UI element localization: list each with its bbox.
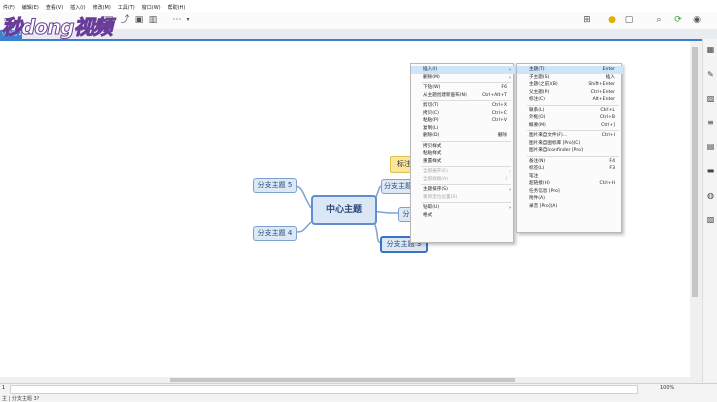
menu-help[interactable]: 帮助(H) <box>165 4 190 12</box>
submenu-item-label: 图片来自Iconfinder [Pro] <box>529 148 583 153</box>
context-menu-item[interactable]: 删除(D) 删除 <box>411 132 515 140</box>
context-menu-item-shortcut: 删除 <box>497 133 507 138</box>
menu-separator <box>421 202 511 203</box>
right-sidebar: ▦ ✎ ▨ ≡ ▤ ▬ ◍ ▧ <box>702 39 717 382</box>
account-icon[interactable]: ◉ <box>692 15 702 25</box>
menu-edit[interactable]: 编辑(E) <box>19 4 43 12</box>
submenu-item-label: 概要(M) <box>529 122 546 128</box>
context-menu-item-label: 重置样式 <box>423 158 442 164</box>
vertical-scroll-thumb[interactable] <box>692 47 698 297</box>
context-menu-item-label: 删除(D) <box>423 133 440 138</box>
menu-separator <box>421 82 511 83</box>
menu-insert[interactable]: 插入(I) <box>67 4 89 12</box>
status-left-label: 1 <box>2 385 6 391</box>
topic-branch-5[interactable]: 分支主题 5 <box>253 178 297 193</box>
brush-icon[interactable]: ✎ <box>706 70 715 79</box>
context-menu-item-label: 重新定位位置(R) <box>423 194 458 200</box>
submenu-item-shortcut: Alt+Enter <box>592 97 615 102</box>
submenu-item-label: 录音 [Pro](A) <box>529 203 558 209</box>
menu-separator <box>421 166 511 167</box>
menu-bar: 件(F) 编辑(E) 查看(V) 插入(I) 修改(M) 工具(T) 窗口(W)… <box>0 4 717 12</box>
context-menu-item-label: 全部收缩(A) <box>423 176 449 182</box>
context-menu-item-label: 格式 <box>423 212 433 218</box>
menu-separator <box>421 140 511 142</box>
task-icon[interactable]: ▧ <box>706 215 715 224</box>
context-menu: 插入(I) › 删除(M) › 下钻(W) F6 从主题创建新画布(N) Ctrl+Alt+T… <box>410 63 515 243</box>
marker-icon[interactable]: ⊞ <box>582 15 592 25</box>
search-icon[interactable]: ⌕ <box>654 15 664 25</box>
topic-branch-4[interactable]: 分支主题 4 <box>253 226 297 241</box>
horizontal-scroll-thumb[interactable] <box>170 378 515 382</box>
central-topic[interactable]: 中心主题 <box>311 195 377 225</box>
context-menu-item[interactable]: 从主题创建新画布(N) Ctrl+Alt+T <box>411 92 515 100</box>
zoom-level[interactable]: 100% <box>660 385 674 391</box>
context-menu-item[interactable]: 重新定位位置(R) <box>411 194 515 202</box>
note-icon[interactable]: ▬ <box>706 166 715 175</box>
menu-separator <box>527 104 619 106</box>
context-menu-item-shortcut: / <box>505 176 507 182</box>
menu-file[interactable]: 件(F) <box>0 4 19 12</box>
menu-window[interactable]: 窗口(W) <box>139 4 165 12</box>
menu-tools[interactable]: 工具(T) <box>115 4 139 12</box>
status-bar: 1 100% 主 | 分支主题 3? <box>0 383 717 402</box>
submenu-item[interactable]: 图片来自Iconfinder [Pro] <box>517 147 623 155</box>
outline-icon[interactable]: ≡ <box>706 118 715 127</box>
image-icon[interactable]: ▨ <box>706 94 715 103</box>
share-icon[interactable]: ⟳ <box>673 15 683 25</box>
chevron-down-icon[interactable]: ▾ <box>183 15 193 25</box>
watermark-logo: 秒dong视频 <box>2 15 114 40</box>
comment-icon[interactable]: ◍ <box>706 191 715 200</box>
lightbulb-icon[interactable]: ● <box>607 15 617 25</box>
submenu-item-label: 标注(C) <box>529 97 545 102</box>
filter-input[interactable] <box>10 385 638 394</box>
menu-separator <box>527 130 619 131</box>
format-icon[interactable]: ▦ <box>706 45 715 54</box>
insert-submenu: 主题(T) Enter 子主题(S) 插入 主题(之前)(B) Shift+Enter 父主… <box>516 63 623 233</box>
boundary-icon[interactable]: ▣ <box>134 15 144 25</box>
menu-separator <box>421 184 511 185</box>
context-menu-item[interactable]: 全部收缩(A) / <box>411 176 515 184</box>
presentation-icon[interactable]: ▢ <box>624 15 634 25</box>
submenu-item[interactable]: 概要(M) Ctrl+] <box>517 122 623 130</box>
submenu-item-shortcut: Ctrl+] <box>601 122 615 128</box>
context-menu-item-label: 从主题创建新画布(N) <box>423 92 467 98</box>
menu-view[interactable]: 查看(V) <box>43 4 67 12</box>
summary-icon[interactable]: ▥ <box>148 15 158 25</box>
menu-modify[interactable]: 修改(M) <box>90 4 115 12</box>
table-icon[interactable]: ▤ <box>706 142 715 151</box>
context-menu-item[interactable]: 重置样式 <box>411 158 515 166</box>
context-menu-item-shortcut: Ctrl+Alt+T <box>482 92 507 98</box>
context-menu-item[interactable]: 格式 <box>411 212 515 220</box>
menu-separator <box>527 155 619 157</box>
context-menu-item[interactable]: 删除(M) › <box>411 74 515 82</box>
more-icon[interactable]: ⋯ <box>172 15 182 25</box>
context-menu-item-label: 删除(M) <box>423 74 440 80</box>
submenu-item[interactable]: 录音 [Pro](A) <box>517 203 623 211</box>
vertical-scrollbar[interactable] <box>691 41 699 382</box>
submenu-item[interactable]: 标注(C) Alt+Enter <box>517 96 623 104</box>
chevron-right-icon: › <box>509 74 511 81</box>
menu-separator <box>421 100 511 101</box>
